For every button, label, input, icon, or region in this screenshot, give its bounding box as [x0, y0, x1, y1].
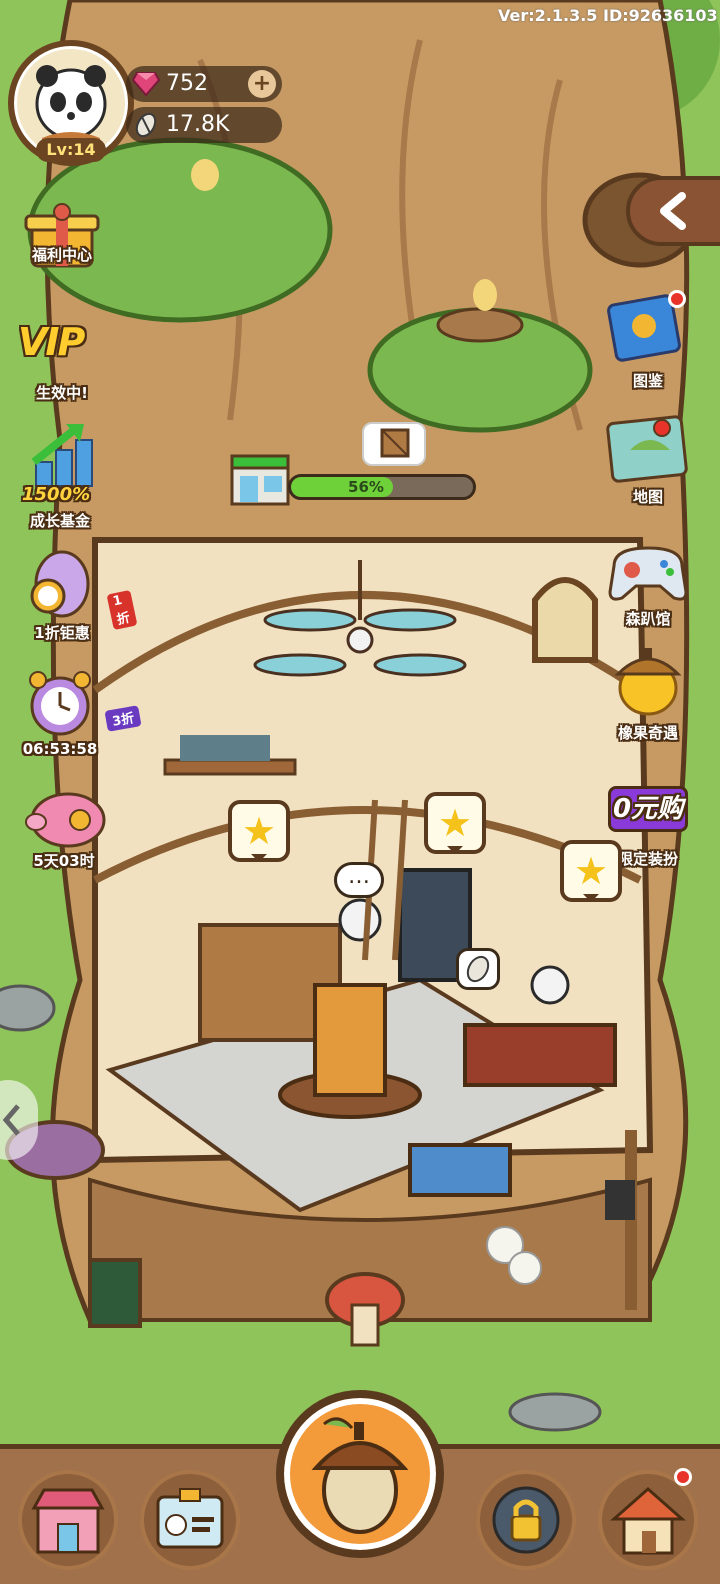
timed-offer-button[interactable]: 3折 06:53:58 — [14, 668, 144, 764]
home-notification-dot — [674, 1468, 692, 1486]
staff-card-nav-button[interactable] — [140, 1470, 240, 1570]
map-button[interactable]: 地图 — [600, 410, 696, 510]
shop-progress-label: 56% — [348, 478, 384, 496]
acorn-adventure-button[interactable]: 橡果奇遇 — [600, 640, 696, 744]
arcade-button[interactable]: 森趴馆 — [600, 536, 696, 636]
arcade-label: 森趴馆 — [625, 610, 671, 628]
plus-icon: + — [252, 71, 272, 96]
level-badge: Lv:14 — [36, 138, 106, 162]
shop-nav-button[interactable] — [18, 1470, 118, 1570]
sunflower-seed-icon — [466, 955, 490, 983]
bar-chart-arrow-icon — [31, 424, 93, 487]
acorn-main-button[interactable] — [276, 1390, 444, 1558]
map-icon — [606, 415, 688, 483]
discount-tag: 1折 — [106, 589, 138, 631]
padlock-icon — [492, 1486, 560, 1554]
wooden-crate-icon — [380, 428, 410, 458]
star-reward-bubble[interactable]: ★ — [560, 840, 622, 902]
star-icon: ★ — [241, 809, 277, 853]
crate-bubble[interactable] — [362, 422, 426, 466]
id-card-icon — [156, 1488, 224, 1549]
timed-offer-countdown: 06:53:58 — [22, 740, 98, 758]
locked-feature-button[interactable] — [476, 1470, 576, 1570]
chevron-left-icon — [2, 1104, 20, 1136]
map-label: 地图 — [632, 488, 664, 506]
growth-fund-badge: 1500% — [22, 484, 91, 505]
add-gems-button[interactable]: + — [248, 70, 276, 98]
seed-bubble[interactable] — [456, 948, 500, 990]
gem-icon — [132, 72, 160, 97]
collapse-menu-button[interactable] — [626, 176, 720, 246]
level-label: Lv:14 — [46, 140, 96, 159]
gem-count: 752 — [166, 71, 208, 96]
ellipsis-icon: … — [348, 864, 370, 889]
acorn-icon — [311, 1417, 409, 1534]
star-icon: ★ — [573, 849, 609, 893]
piggy-bank-countdown: 5天03时 — [33, 852, 95, 870]
piggy-bank-button[interactable]: 5天03时 — [14, 786, 114, 882]
chat-bubble[interactable]: … — [334, 862, 384, 898]
seed-count: 17.8K — [166, 112, 230, 137]
vip-badge: VIP — [18, 320, 85, 364]
egg-clock-icon — [30, 550, 90, 618]
shop-progress[interactable]: 56% — [228, 422, 480, 514]
vip-button[interactable]: VIP 生效中! — [14, 318, 110, 406]
welfare-center-button[interactable]: 福利中心 — [16, 200, 108, 296]
atlas-notification-dot — [668, 290, 686, 308]
limited-outfit-label: 限定装扮 — [617, 850, 679, 868]
house-icon — [610, 1486, 686, 1555]
home-nav-button[interactable] — [598, 1468, 698, 1570]
discount-label: 1折钜惠 — [34, 624, 90, 642]
alarm-clock-icon — [29, 671, 91, 736]
acorn-adventure-label: 橡果奇遇 — [617, 724, 679, 742]
piggy-bank-icon — [25, 792, 106, 848]
gamepad-icon — [608, 546, 688, 601]
sunflower-seed-icon — [135, 112, 157, 138]
star-reward-bubble[interactable]: ★ — [228, 800, 290, 862]
seed-counter: 17.8K — [126, 107, 282, 143]
growth-fund-button[interactable]: 1500% 成长基金 — [14, 422, 110, 534]
chevron-left-icon — [660, 192, 686, 230]
storefront-icon — [31, 1488, 105, 1554]
discount-button[interactable]: 1折 1折钜惠 — [14, 550, 138, 646]
growth-fund-label: 成长基金 — [29, 512, 91, 530]
atlas-label: 图鉴 — [632, 372, 664, 390]
version-label: Ver:2.1.3.5 ID:92636103 — [498, 6, 718, 25]
star-icon: ★ — [437, 801, 473, 845]
shop-progress-bar: 56% — [288, 474, 476, 500]
zero-buy-badge: 0元购 — [608, 786, 688, 832]
gem-counter: 752 + — [126, 66, 282, 102]
convenience-store-icon — [230, 454, 290, 506]
timed-offer-tag: 3折 — [104, 705, 142, 732]
star-reward-bubble[interactable]: ★ — [424, 792, 486, 854]
atlas-button[interactable]: 图鉴 — [600, 290, 696, 394]
golden-acorn-icon — [614, 648, 682, 716]
vip-status-label: 生效中! — [36, 384, 88, 402]
welfare-center-label: 福利中心 — [31, 246, 93, 264]
